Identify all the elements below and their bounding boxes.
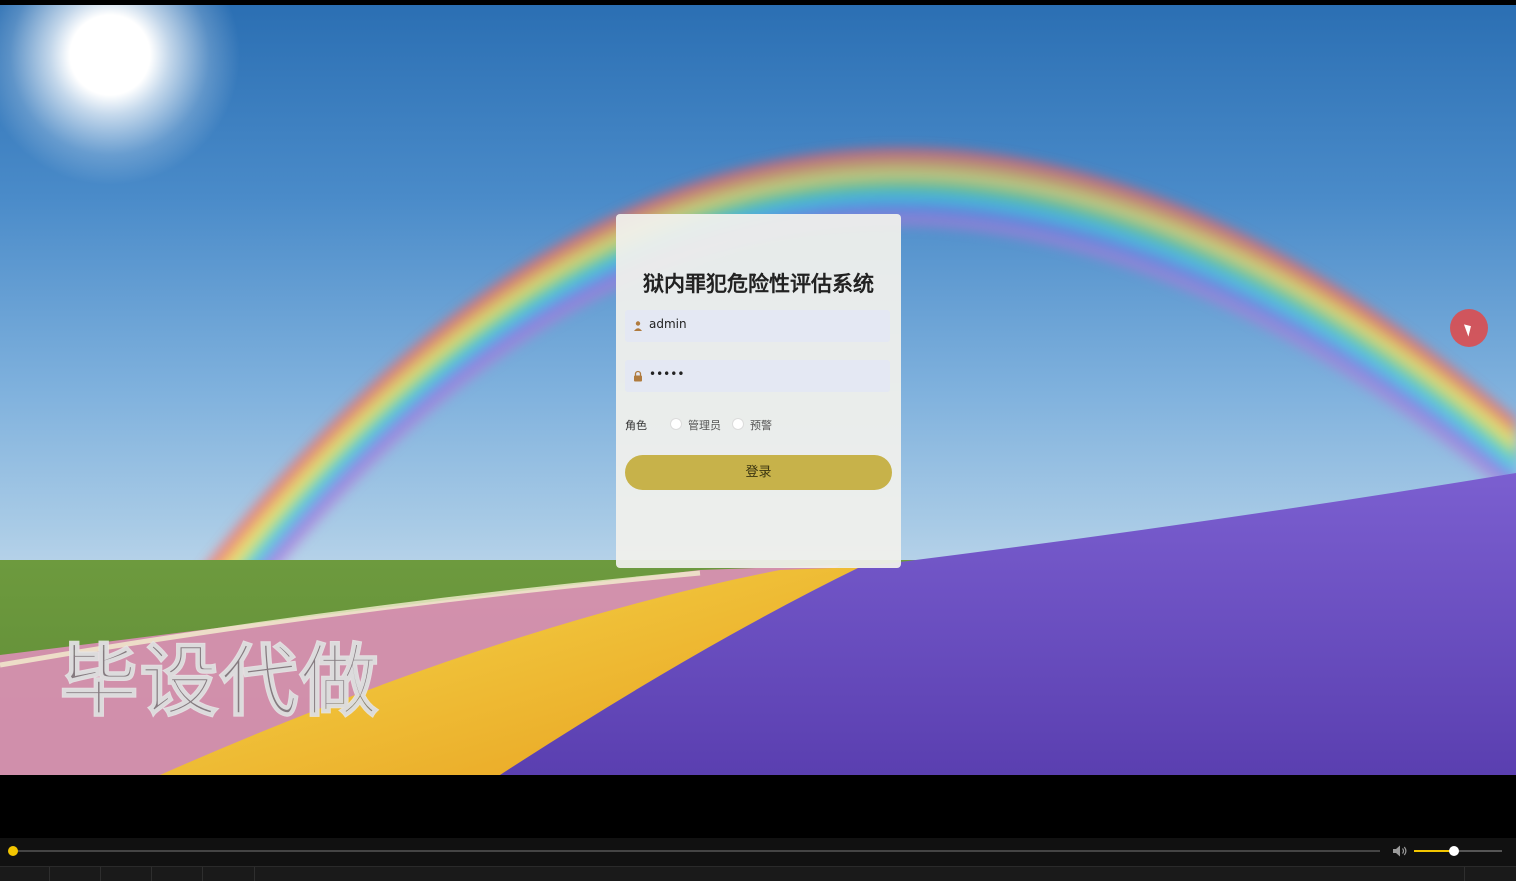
video-frame: 毕设代做 狱内罪犯危险性评估系统 admin ••••• 角色 管理员 预警 登… — [0, 5, 1516, 775]
role-selector: 角色 管理员 预警 — [625, 415, 890, 435]
password-value: ••••• — [649, 367, 685, 381]
speaker-icon[interactable] — [1392, 844, 1408, 858]
username-value: admin — [649, 317, 687, 331]
role-radio-admin[interactable] — [670, 418, 682, 430]
cursor-arrow-icon — [1463, 322, 1475, 337]
page-title: 狱内罪犯危险性评估系统 — [643, 272, 874, 296]
progress-track[interactable] — [12, 850, 1380, 852]
volume-handle[interactable] — [1448, 846, 1459, 856]
role-label: 角色 — [625, 419, 647, 432]
volume-level — [1414, 850, 1454, 852]
bottom-bar-segment[interactable] — [152, 867, 203, 881]
lock-icon — [634, 370, 642, 382]
role-option-warning-label: 预警 — [750, 419, 772, 432]
volume-slider[interactable] — [1414, 846, 1502, 856]
player-bottom-bar — [0, 866, 1516, 881]
username-input[interactable]: admin — [625, 310, 890, 342]
user-icon — [634, 321, 642, 331]
progress-handle[interactable] — [8, 846, 18, 856]
role-radio-warning[interactable] — [732, 418, 744, 430]
bottom-bar-segment[interactable] — [0, 867, 50, 881]
password-input[interactable]: ••••• — [625, 360, 890, 392]
bottom-bar-segment[interactable] — [203, 867, 255, 881]
login-button[interactable]: 登录 — [625, 455, 892, 490]
bottom-bar-segment[interactable] — [101, 867, 152, 881]
bottom-bar-segment[interactable] — [1464, 867, 1516, 881]
player-controls — [0, 838, 1516, 881]
login-panel: 狱内罪犯危险性评估系统 admin ••••• 角色 管理员 预警 登录 — [616, 214, 901, 568]
watermark-text: 毕设代做 — [59, 637, 381, 727]
bottom-bar-segment[interactable] — [50, 867, 101, 881]
cursor-highlight — [1450, 309, 1488, 347]
role-option-admin-label: 管理员 — [688, 419, 721, 432]
